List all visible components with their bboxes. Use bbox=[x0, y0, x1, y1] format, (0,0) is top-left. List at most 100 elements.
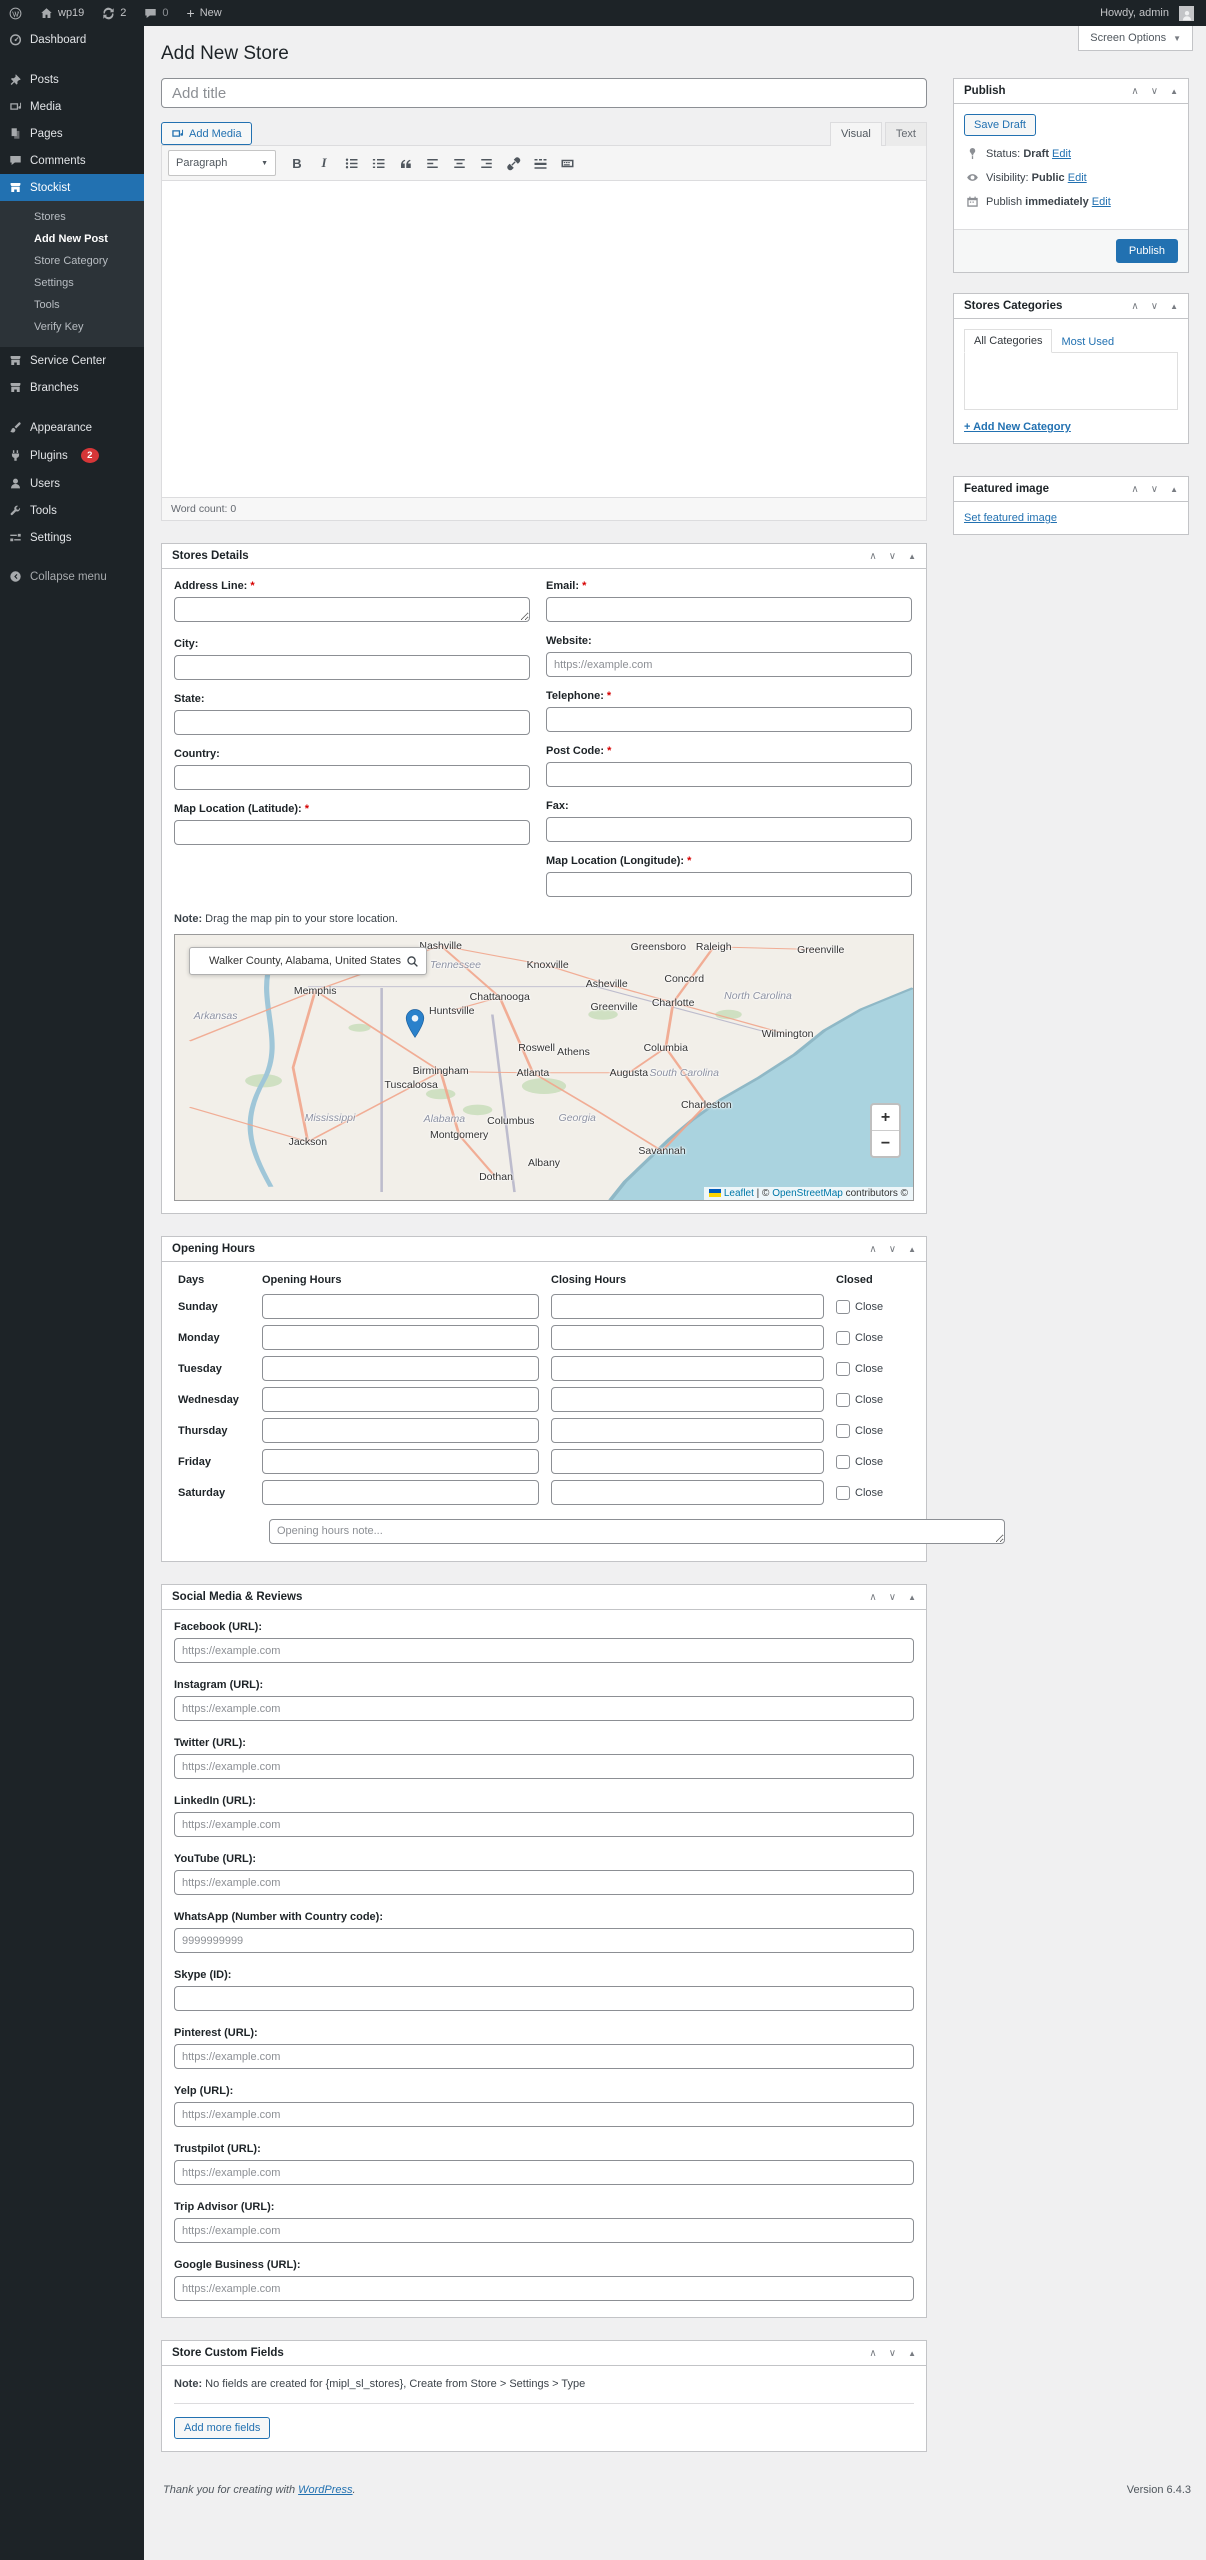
align-right-button[interactable] bbox=[474, 151, 498, 175]
sidebar-item-tools[interactable]: Tools bbox=[0, 497, 144, 524]
email-input[interactable] bbox=[546, 597, 912, 622]
move-up-icon[interactable]: ∧ bbox=[869, 2348, 876, 2359]
checkbox-icon[interactable] bbox=[836, 1299, 850, 1314]
sidebar-item-posts[interactable]: Posts bbox=[0, 66, 144, 93]
editor-canvas[interactable] bbox=[162, 181, 926, 497]
social-field-input[interactable] bbox=[174, 1754, 914, 1779]
checkbox-icon[interactable] bbox=[836, 1423, 850, 1438]
comments-menu-item[interactable]: 0 bbox=[135, 0, 177, 26]
closing-time-input[interactable] bbox=[551, 1294, 824, 1319]
sidebar-item-pages[interactable]: Pages bbox=[0, 120, 144, 147]
map-search-box[interactable]: Walker County, Alabama, United States bbox=[189, 947, 427, 975]
checkbox-icon[interactable] bbox=[836, 1454, 850, 1469]
sidebar-item-plugins[interactable]: Plugins 2 bbox=[0, 441, 144, 470]
screen-options-button[interactable]: Screen Options ▼ bbox=[1078, 26, 1193, 51]
sidebar-item-appearance[interactable]: Appearance bbox=[0, 414, 144, 441]
move-down-icon[interactable]: ∨ bbox=[889, 2348, 896, 2359]
save-draft-button[interactable]: Save Draft bbox=[964, 114, 1036, 136]
bold-button[interactable]: B bbox=[285, 151, 309, 175]
telephone-input[interactable] bbox=[546, 707, 912, 732]
move-up-icon[interactable]: ∧ bbox=[1131, 86, 1138, 97]
closed-checkbox[interactable]: Close bbox=[836, 1392, 914, 1407]
closing-time-input[interactable] bbox=[551, 1449, 824, 1474]
sidebar-item-stockist[interactable]: Stockist bbox=[0, 174, 144, 201]
social-field-input[interactable] bbox=[174, 2218, 914, 2243]
closing-time-input[interactable] bbox=[551, 1356, 824, 1381]
tab-visual[interactable]: Visual bbox=[830, 122, 882, 146]
sidebar-item-media[interactable]: Media bbox=[0, 93, 144, 120]
sidebar-item-branches[interactable]: Branches bbox=[0, 374, 144, 401]
store-location-map[interactable]: Walker County, Alabama, United States Na… bbox=[174, 934, 914, 1201]
toggle-panel-icon[interactable]: ▲ bbox=[908, 1593, 916, 1602]
sidebar-item-comments[interactable]: Comments bbox=[0, 147, 144, 174]
longitude-input[interactable] bbox=[546, 872, 912, 897]
map-search-input[interactable]: Walker County, Alabama, United States bbox=[197, 955, 401, 967]
state-input[interactable] bbox=[174, 710, 530, 735]
move-up-icon[interactable]: ∧ bbox=[869, 1244, 876, 1255]
move-up-icon[interactable]: ∧ bbox=[869, 1592, 876, 1603]
add-more-fields-button[interactable]: Add more fields bbox=[174, 2417, 271, 2439]
keyboard-shortcuts-button[interactable] bbox=[555, 151, 579, 175]
publish-button[interactable]: Publish bbox=[1115, 239, 1178, 263]
map-pin[interactable] bbox=[405, 1008, 424, 1038]
checkbox-icon[interactable] bbox=[836, 1485, 850, 1500]
opening-time-input[interactable] bbox=[262, 1480, 539, 1505]
edit-status-link[interactable]: Edit bbox=[1052, 148, 1071, 160]
closing-time-input[interactable] bbox=[551, 1418, 824, 1443]
zoom-in-button[interactable]: + bbox=[872, 1105, 899, 1130]
social-field-input[interactable] bbox=[174, 1812, 914, 1837]
social-field-input[interactable] bbox=[174, 2276, 914, 2301]
post-title-input[interactable] bbox=[161, 78, 927, 108]
closed-checkbox[interactable]: Close bbox=[836, 1454, 914, 1469]
closing-time-input[interactable] bbox=[551, 1325, 824, 1350]
sidebar-item-settings[interactable]: Settings bbox=[0, 524, 144, 551]
edit-visibility-link[interactable]: Edit bbox=[1068, 172, 1087, 184]
link-button[interactable] bbox=[501, 151, 525, 175]
social-field-input[interactable] bbox=[174, 1696, 914, 1721]
opening-time-input[interactable] bbox=[262, 1294, 539, 1319]
city-input[interactable] bbox=[174, 655, 530, 680]
checkbox-icon[interactable] bbox=[836, 1330, 850, 1345]
website-input[interactable] bbox=[546, 652, 912, 677]
move-up-icon[interactable]: ∧ bbox=[869, 551, 876, 562]
opening-time-input[interactable] bbox=[262, 1356, 539, 1381]
opening-time-input[interactable] bbox=[262, 1325, 539, 1350]
social-field-input[interactable] bbox=[174, 2160, 914, 2185]
add-media-button[interactable]: Add Media bbox=[161, 122, 252, 145]
site-menu-item[interactable]: wp19 bbox=[31, 0, 93, 26]
tab-most-used[interactable]: Most Used bbox=[1052, 331, 1123, 353]
move-down-icon[interactable]: ∨ bbox=[1151, 86, 1158, 97]
sidebar-item-users[interactable]: Users bbox=[0, 470, 144, 497]
closed-checkbox[interactable]: Close bbox=[836, 1299, 914, 1314]
closed-checkbox[interactable]: Close bbox=[836, 1423, 914, 1438]
sidebar-subitem-verify-key[interactable]: Verify Key bbox=[0, 316, 144, 338]
add-new-category-link[interactable]: + Add New Category bbox=[964, 421, 1071, 433]
move-up-icon[interactable]: ∧ bbox=[1131, 301, 1138, 312]
social-field-input[interactable] bbox=[174, 2044, 914, 2069]
sidebar-subitem-settings[interactable]: Settings bbox=[0, 272, 144, 294]
read-more-button[interactable] bbox=[528, 151, 552, 175]
set-featured-image-link[interactable]: Set featured image bbox=[964, 512, 1057, 524]
toggle-panel-icon[interactable]: ▲ bbox=[908, 552, 916, 561]
opening-time-input[interactable] bbox=[262, 1418, 539, 1443]
paragraph-format-select[interactable]: Paragraph ▼ bbox=[168, 150, 276, 176]
leaflet-link[interactable]: Leaflet bbox=[724, 1188, 754, 1199]
closed-checkbox[interactable]: Close bbox=[836, 1485, 914, 1500]
toggle-panel-icon[interactable]: ▲ bbox=[908, 1245, 916, 1254]
align-center-button[interactable] bbox=[447, 151, 471, 175]
collapse-menu-button[interactable]: Collapse menu bbox=[0, 563, 144, 590]
move-up-icon[interactable]: ∧ bbox=[1131, 484, 1138, 495]
bulleted-list-button[interactable] bbox=[339, 151, 363, 175]
sidebar-subitem-add-new-post[interactable]: Add New Post bbox=[0, 228, 144, 250]
sidebar-subitem-store-category[interactable]: Store Category bbox=[0, 250, 144, 272]
italic-button[interactable]: I bbox=[312, 151, 336, 175]
move-down-icon[interactable]: ∨ bbox=[1151, 484, 1158, 495]
address-line-textarea[interactable] bbox=[174, 597, 530, 622]
social-field-input[interactable] bbox=[174, 2102, 914, 2127]
move-down-icon[interactable]: ∨ bbox=[889, 551, 896, 562]
edit-schedule-link[interactable]: Edit bbox=[1092, 196, 1111, 208]
social-field-input[interactable] bbox=[174, 1638, 914, 1663]
opening-time-input[interactable] bbox=[262, 1387, 539, 1412]
social-field-input[interactable] bbox=[174, 1986, 914, 2011]
tab-all-categories[interactable]: All Categories bbox=[964, 329, 1053, 353]
